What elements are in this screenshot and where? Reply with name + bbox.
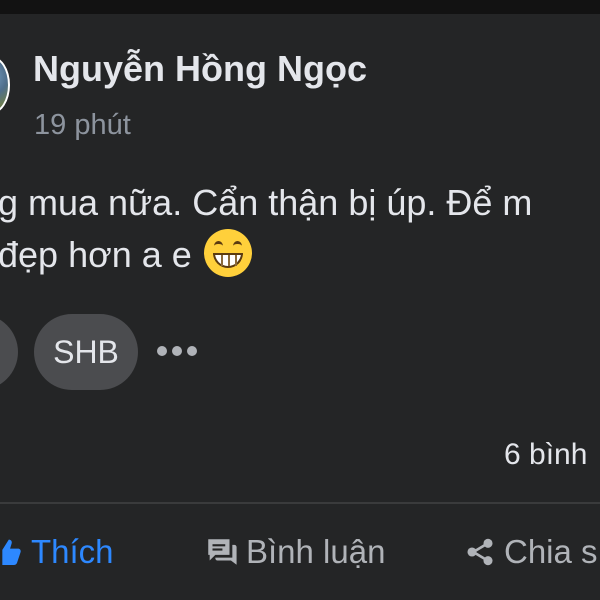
actions-divider [0,502,600,504]
more-options-icon[interactable] [156,345,198,357]
like-label: Thích [31,533,114,570]
emoji-right-eye [232,241,242,251]
more-dot [187,346,197,356]
emoji-mouth [212,253,243,269]
post-text-line-2: đẹp hơn a e [0,229,532,281]
partially-visible-tag-pill[interactable] [0,314,18,390]
post-author-name[interactable]: Nguyễn Hồng Ngọc [33,48,367,90]
tag-pill-shb[interactable]: SHB [34,314,138,390]
avatar[interactable] [0,56,10,114]
post-text: g mua nữa. Cẩn thận bị úp. Để m đẹp hơn … [0,177,532,281]
share-icon [467,538,493,566]
like-button[interactable]: Thích [0,528,114,576]
share-button[interactable]: Chia s [464,528,598,576]
thumbs-up-icon [2,539,21,565]
post-text-line-1: g mua nữa. Cẩn thận bị úp. Để m [0,182,533,223]
emoji-left-eye [213,241,223,251]
post-text-line-2-text: đẹp hơn a e [0,234,192,275]
comment-button[interactable]: Bình luận [204,528,385,576]
comment-label: Bình luận [246,533,386,570]
facebook-post-screen: Nguyễn Hồng Ngọc 19 phút g mua nữa. Cẩn … [0,0,600,600]
comment-count[interactable]: 6 bình [504,438,587,472]
emoji-tooth-divider [227,255,230,267]
more-dot [172,346,182,356]
comment-bubble-icon [208,539,237,565]
emoji-tooth-divider [234,255,237,267]
post-timestamp[interactable]: 19 phút [34,109,131,142]
share-label: Chia s [504,533,598,570]
more-dot [157,346,167,356]
emoji-tooth-divider [220,255,223,267]
top-bar [0,0,600,14]
grinning-face-emoji-icon [203,229,252,278]
